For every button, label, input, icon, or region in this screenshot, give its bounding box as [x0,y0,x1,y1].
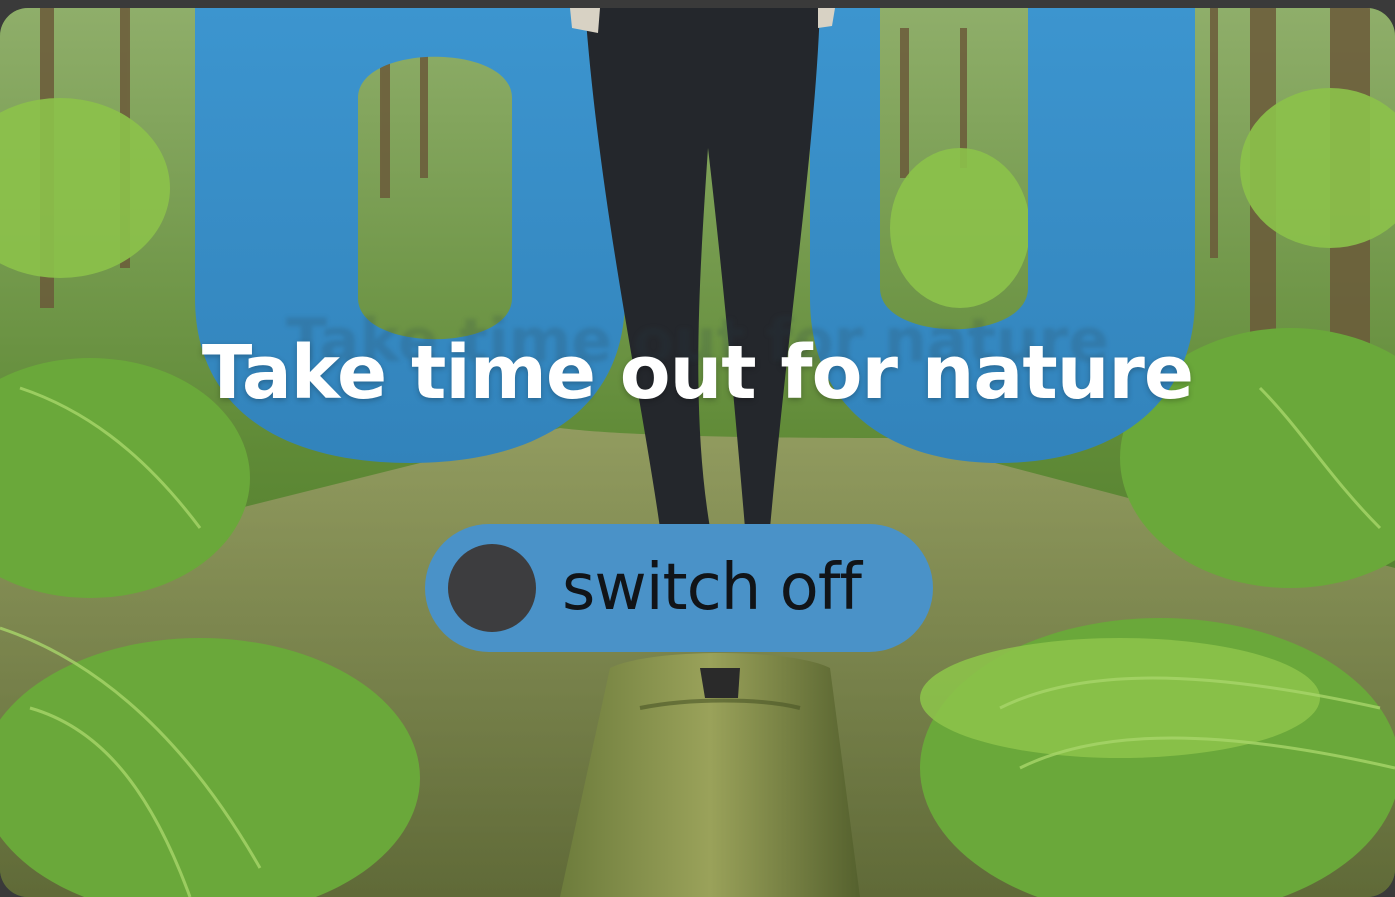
hero-card: Take time out for nature Take time out f… [0,8,1395,897]
toggle-knob [448,544,536,632]
switch-off-toggle[interactable]: switch off [425,524,933,652]
forest-background-image [0,8,1395,897]
toggle-label: switch off [562,551,862,625]
page-headline: Take time out for nature [201,330,1194,416]
